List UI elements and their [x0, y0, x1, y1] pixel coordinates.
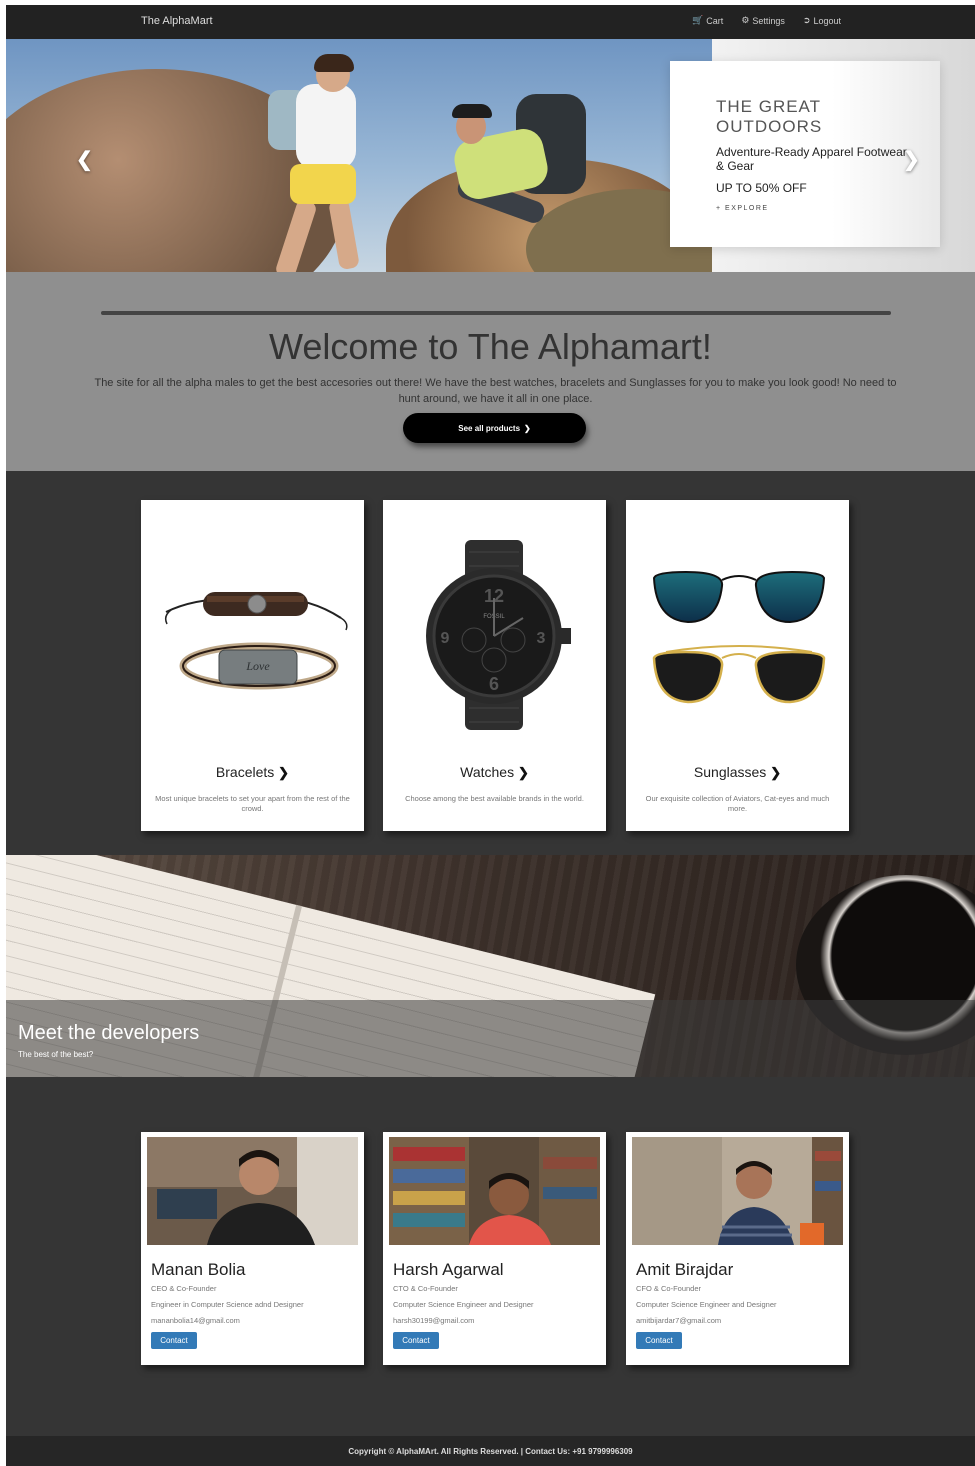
nav-links: 🛒 Cart ⚙ Settings ➲ Logout	[692, 15, 841, 26]
nav-settings-link[interactable]: ⚙ Settings	[741, 15, 785, 26]
gear-icon: ⚙	[741, 15, 750, 25]
contact-button[interactable]: Contact	[636, 1332, 682, 1349]
chevron-right-icon: ❯	[770, 765, 782, 780]
developer-email: amitbijardar7@gmail.com	[636, 1316, 722, 1325]
category-title-watches[interactable]: Watches ❯	[383, 764, 606, 781]
category-card-sunglasses[interactable]: Sunglasses ❯ Our exquisite collection of…	[626, 500, 849, 831]
cart-icon: 🛒	[692, 15, 704, 25]
developer-card: Manan Bolia CEO & Co-Founder Engineer in…	[141, 1132, 364, 1365]
developer-name: Harsh Agarwal	[393, 1260, 504, 1279]
developer-card: Amit Birajdar CFO & Co-Founder Computer …	[626, 1132, 849, 1365]
banner-subtitle: The best of the best?	[18, 1050, 94, 1059]
category-desc-watches: Choose among the best available brands i…	[405, 794, 584, 803]
developer-bio: Computer Science Engineer and Designer	[636, 1300, 777, 1309]
brand-link[interactable]: The AlphaMart	[141, 15, 213, 27]
hero-carousel: THE GREAT OUTDOORS Adventure-Ready Appar…	[6, 39, 975, 272]
sunglasses-image	[652, 570, 826, 704]
category-card-bracelets[interactable]: Love Bracelets ❯ Most unique bracelets t…	[141, 500, 364, 831]
hero-hiker-man	[436, 94, 606, 272]
chevron-right-icon: ❯	[517, 765, 529, 780]
carousel-prev-icon[interactable]: ❮	[76, 147, 93, 172]
category-title-bracelets[interactable]: Bracelets ❯	[141, 764, 364, 781]
watch-image: 12 6 9 3 FOSSIL	[426, 540, 571, 730]
nav-settings-label: Settings	[752, 15, 785, 26]
developer-role: CFO & Co-Founder	[636, 1284, 702, 1293]
promo-subtitle: Adventure-Ready Apparel Footwear & Gear	[716, 145, 907, 173]
welcome-jumbotron: Welcome to The Alphamart! The site for a…	[6, 272, 975, 471]
promo-explore-link[interactable]: + EXPLORE	[716, 205, 769, 212]
developer-photo	[389, 1137, 600, 1245]
hero-hiker-woman	[268, 54, 386, 272]
nav-logout-label: Logout	[813, 15, 841, 26]
developer-card: Harsh Agarwal CTO & Co-Founder Computer …	[383, 1132, 606, 1365]
contact-button[interactable]: Contact	[151, 1332, 197, 1349]
developer-bio: Computer Science Engineer and Designer	[393, 1300, 534, 1309]
chevron-right-icon: ❯	[278, 765, 290, 780]
logout-icon: ➲	[802, 15, 811, 25]
bracelet-engraving: Love	[245, 659, 270, 673]
see-all-products-button[interactable]: See all products ❯	[403, 413, 586, 443]
chevron-right-icon: ❯	[524, 423, 531, 433]
promo-offer: UP TO 50% OFF	[716, 181, 807, 195]
welcome-text: The site for all the alpha males to get …	[94, 377, 897, 405]
carousel-next-icon[interactable]: ❯	[903, 147, 920, 172]
see-all-products-label: See all products	[458, 423, 521, 433]
developer-photo	[632, 1137, 843, 1245]
category-card-watches[interactable]: 12 6 9 3 FOSSIL Watches ❯ Choose among t…	[383, 500, 606, 831]
developer-role: CTO & Co-Founder	[393, 1284, 458, 1293]
footer: Copyright © AlphaMArt. All Rights Reserv…	[6, 1436, 975, 1466]
welcome-heading: Welcome to The Alphamart!	[269, 326, 712, 367]
contact-button[interactable]: Contact	[393, 1332, 439, 1349]
nav-cart-link[interactable]: 🛒 Cart	[692, 15, 723, 26]
promo-card: THE GREAT OUTDOORS Adventure-Ready Appar…	[670, 61, 940, 247]
developer-role: CEO & Co-Founder	[151, 1284, 217, 1293]
welcome-divider	[101, 311, 891, 315]
banner-title: Meet the developers	[18, 1022, 200, 1044]
nav-cart-label: Cart	[706, 15, 724, 26]
nav-logout-link[interactable]: ➲ Logout	[803, 15, 841, 26]
page-frame: The AlphaMart 🛒 Cart ⚙ Settings ➲ Logout	[6, 5, 975, 1466]
svg-text:6: 6	[489, 674, 499, 694]
developer-photo	[147, 1137, 358, 1245]
svg-text:3: 3	[537, 630, 546, 647]
developers-banner: Meet the developers The best of the best…	[6, 855, 975, 1077]
developer-email: harsh30199@gmail.com	[393, 1316, 475, 1325]
footer-text: Copyright © AlphaMArt. All Rights Reserv…	[348, 1446, 633, 1456]
category-title-sunglasses[interactable]: Sunglasses ❯	[626, 764, 849, 781]
navbar: The AlphaMart 🛒 Cart ⚙ Settings ➲ Logout	[6, 5, 975, 39]
developer-email: mananbolia14@gmail.com	[151, 1316, 240, 1325]
svg-text:9: 9	[441, 630, 450, 647]
category-desc-bracelets: Most unique bracelets to set your apart …	[155, 794, 350, 813]
promo-title: THE GREAT OUTDOORS	[716, 97, 823, 136]
category-desc-sunglasses: Our exquisite collection of Aviators, Ca…	[645, 794, 830, 813]
developer-name: Amit Birajdar	[636, 1260, 734, 1279]
bracelets-image: Love	[164, 592, 348, 690]
developer-bio: Engineer in Computer Science adnd Design…	[151, 1300, 304, 1309]
developer-name: Manan Bolia	[151, 1260, 246, 1279]
